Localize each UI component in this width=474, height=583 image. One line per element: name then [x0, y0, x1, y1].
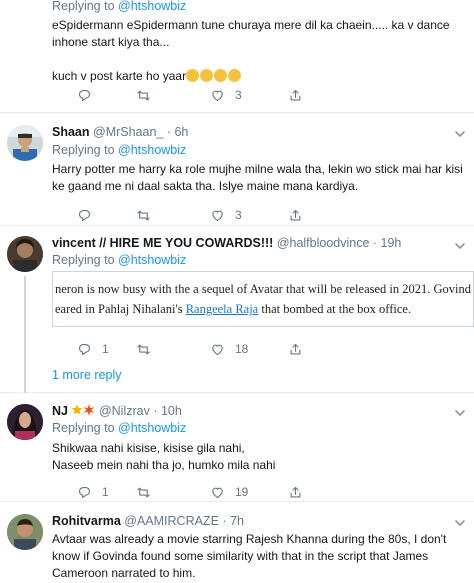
like-button[interactable]: 18: [210, 340, 248, 358]
replying-to: Replying to @htshowbiz: [52, 253, 187, 267]
avatar-image: [7, 404, 43, 440]
heart-icon: [210, 342, 225, 357]
tweet-text: eSpidermann eSpidermann tune churaya mer…: [52, 18, 450, 83]
reply-count: 1: [102, 342, 109, 356]
replying-to-link[interactable]: @htshowbiz: [118, 421, 186, 435]
tweet-2[interactable]: Shaan @MrShaan_ · 6h Replying to @htshow…: [0, 113, 474, 226]
reply-button[interactable]: [77, 86, 92, 104]
tweet-actions: 1 18: [52, 340, 352, 358]
avatar[interactable]: [7, 125, 43, 161]
user-handle[interactable]: @halfbloodvince: [277, 236, 370, 250]
reply-count: 1: [102, 485, 109, 499]
share-icon: [288, 88, 303, 103]
timestamp[interactable]: 19h: [381, 236, 402, 250]
retweet-button[interactable]: [136, 206, 151, 224]
quote-link: Rangeela Raja: [185, 302, 259, 316]
avatar[interactable]: [7, 236, 43, 272]
tweet-header: vincent // HIRE ME YOU COWARDS!!! @halfb…: [52, 236, 402, 250]
reply-icon: [77, 342, 92, 357]
reply-button[interactable]: 1: [77, 483, 109, 501]
retweet-icon: [136, 485, 151, 500]
retweet-icon: [136, 342, 151, 357]
user-handle[interactable]: @MrShaan_: [93, 125, 163, 139]
reply-icon: [77, 88, 92, 103]
more-replies-link[interactable]: 1 more reply: [52, 368, 121, 382]
chevron-down-icon[interactable]: [454, 128, 466, 140]
heart-icon: [210, 485, 225, 500]
tweet-header: NJ @Nilzrav · 10h: [52, 404, 182, 418]
display-name[interactable]: Rohitvarma: [52, 514, 121, 528]
thread-line: [24, 276, 26, 393]
user-handle[interactable]: @AAMIRCRAZE: [124, 514, 219, 528]
like-count: 18: [235, 342, 249, 356]
tweet-text: Avtaar was already a movie starring Raje…: [52, 532, 447, 580]
tweet-actions: 1 19: [52, 483, 352, 501]
quote-line: eared in Pahlaj Nihalani's Rangeela Raja…: [55, 302, 412, 316]
avatar-image: [7, 125, 43, 161]
tweet-4[interactable]: NJ @Nilzrav · 10h Replying to @htshowbiz…: [0, 393, 474, 502]
heart-icon: [210, 88, 225, 103]
retweet-button[interactable]: [136, 86, 151, 104]
quoted-screenshot[interactable]: neron is now busy with the a sequel of A…: [52, 271, 474, 327]
replying-to: Replying to @htshowbiz: [52, 143, 187, 157]
like-count: 3: [235, 88, 242, 102]
star-emoji-icon: [72, 404, 83, 415]
display-name[interactable]: NJ: [52, 404, 68, 418]
chevron-down-icon[interactable]: [454, 240, 466, 252]
timestamp[interactable]: 6h: [174, 125, 188, 139]
reply-button[interactable]: [77, 206, 92, 224]
share-icon: [288, 208, 303, 223]
reply-button[interactable]: 1: [77, 340, 109, 358]
avatar[interactable]: [7, 404, 43, 440]
reply-icon: [77, 485, 92, 500]
like-count: 3: [235, 208, 242, 222]
tweet-5[interactable]: Rohitvarma @AAMIRCRAZE · 7h Avtaar was a…: [0, 502, 474, 583]
tweet-actions: 3: [52, 206, 352, 224]
like-count: 19: [235, 485, 249, 499]
retweet-icon: [136, 208, 151, 223]
avatar[interactable]: [7, 514, 43, 550]
share-button[interactable]: [288, 86, 303, 104]
tweet-header: Shaan @MrShaan_ · 6h: [52, 125, 189, 139]
replying-to-link[interactable]: @htshowbiz: [118, 143, 186, 157]
replying-to-link[interactable]: @htshowbiz: [118, 253, 186, 267]
avatar-image: [7, 236, 43, 272]
tweet-header: Rohitvarma @AAMIRCRAZE · 7h: [52, 514, 244, 528]
share-icon: [288, 485, 303, 500]
chevron-down-icon[interactable]: [454, 407, 466, 419]
replying-to: Replying to @htshowbiz: [52, 421, 187, 435]
like-button[interactable]: 3: [210, 86, 242, 104]
retweet-icon: [136, 88, 151, 103]
share-icon: [288, 342, 303, 357]
like-button[interactable]: 3: [210, 206, 242, 224]
display-name[interactable]: vincent // HIRE ME YOU COWARDS!!!: [52, 236, 273, 250]
tweet-3[interactable]: vincent // HIRE ME YOU COWARDS!!! @halfb…: [0, 226, 474, 393]
heart-icon: [210, 208, 225, 223]
reply-icon: [77, 208, 92, 223]
display-name[interactable]: Shaan: [52, 125, 90, 139]
quote-line: neron is now busy with the a sequel of A…: [55, 282, 471, 296]
tweet-1[interactable]: Replying to @htshowbiz eSpidermann eSpid…: [0, 0, 474, 113]
timestamp[interactable]: 7h: [230, 514, 244, 528]
tweet-text: Shikwaa nahi kisise, kisise gila nahi, N…: [52, 441, 276, 472]
sparkle-emoji-icon: [83, 404, 95, 416]
tweet-actions: 3: [52, 86, 352, 104]
share-button[interactable]: [288, 206, 303, 224]
replying-to-link[interactable]: @htshowbiz: [118, 0, 186, 13]
retweet-button[interactable]: [136, 483, 151, 501]
share-button[interactable]: [288, 340, 303, 358]
chevron-down-icon[interactable]: [454, 517, 466, 529]
timestamp[interactable]: 10h: [161, 404, 182, 418]
retweet-button[interactable]: [136, 340, 151, 358]
like-button[interactable]: 19: [210, 483, 248, 501]
share-button[interactable]: [288, 483, 303, 501]
laughing-emoji-icon: [186, 69, 242, 83]
replying-to: Replying to @htshowbiz: [52, 0, 187, 13]
tweet-text: Harry potter me harry ka role mujhe miln…: [52, 162, 463, 193]
user-handle[interactable]: @Nilzrav: [99, 404, 150, 418]
avatar-image: [7, 514, 43, 550]
